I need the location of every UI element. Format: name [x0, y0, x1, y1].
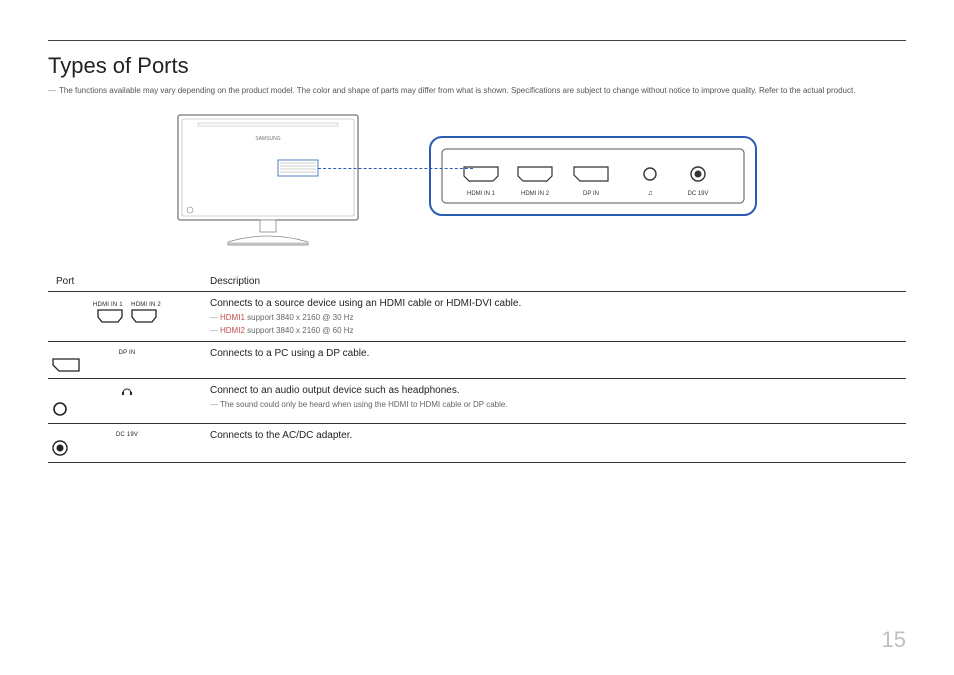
table-row: DC 19V Connects to the AC/DC adapter. [48, 424, 906, 463]
table-row: DP IN Connects to a PC using a DP cable. [48, 342, 906, 379]
port-panel-zoom: HDMI IN 1 HDMI IN 2 DP IN ♫ DC 19V [428, 135, 758, 225]
svg-text:SAMSUNG: SAMSUNG [255, 136, 280, 142]
jack-icon [52, 401, 202, 417]
hdmi-icon [97, 309, 123, 323]
dc-icon [52, 440, 202, 456]
monitor-rear-illustration: SAMSUNG [168, 110, 368, 250]
svg-text:DC 19V: DC 19V [687, 191, 708, 197]
disclaimer-note: ―The functions available may vary depend… [48, 85, 906, 96]
dp-icon [52, 358, 202, 372]
page-number: 15 [882, 627, 906, 653]
ports-table: Port Description HDMI IN 1 HDMI IN 2 Con… [48, 270, 906, 463]
svg-text:♫: ♫ [647, 190, 652, 197]
hdmi-icon [131, 309, 157, 323]
figure-area: SAMSUNG [168, 110, 906, 250]
headphone-icon [52, 387, 202, 399]
svg-text:HDMI IN 2: HDMI IN 2 [521, 191, 550, 197]
table-row: HDMI IN 1 HDMI IN 2 Connects to a source… [48, 292, 906, 342]
page-title: Types of Ports [48, 53, 906, 79]
svg-text:DP IN: DP IN [583, 191, 599, 197]
table-row: Connect to an audio output device such a… [48, 379, 906, 424]
svg-text:HDMI IN 1: HDMI IN 1 [467, 191, 496, 197]
col-port: Port [48, 270, 206, 292]
col-desc: Description [206, 270, 906, 292]
